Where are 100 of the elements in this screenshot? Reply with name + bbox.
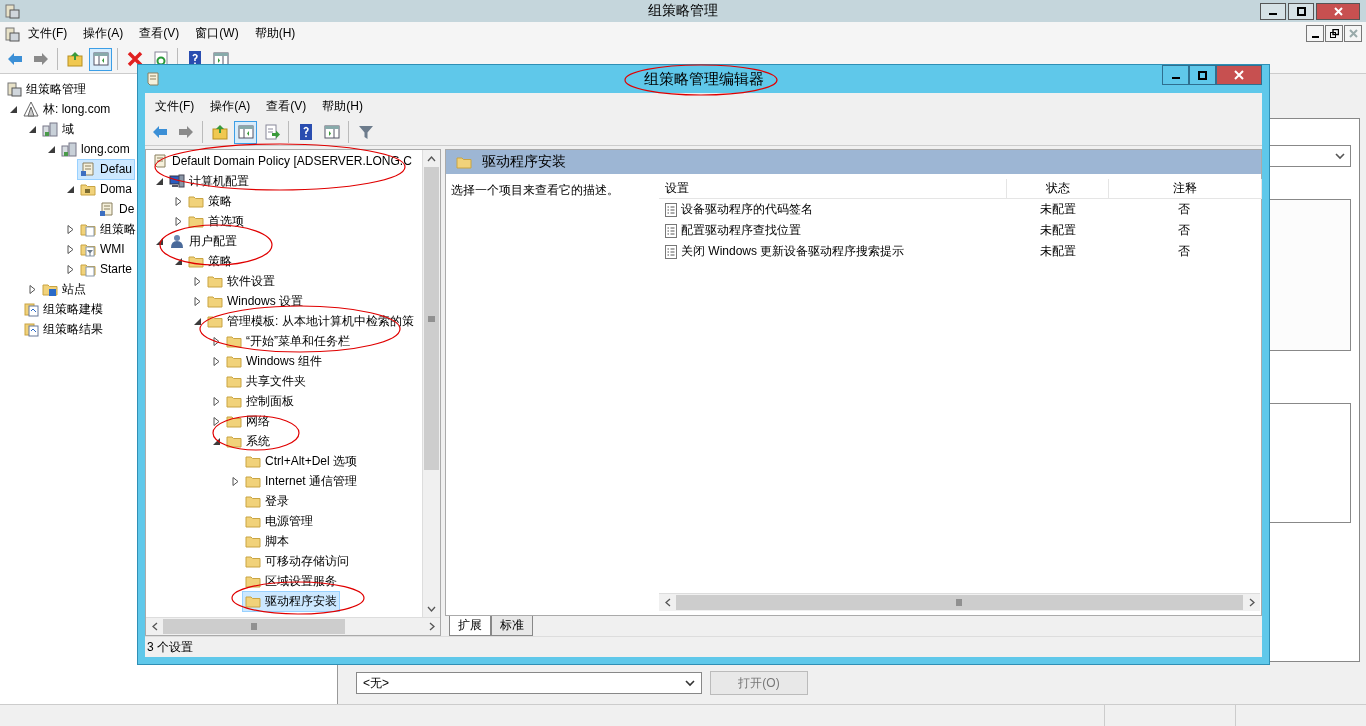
tree-item[interactable]: 驱动程序安装 (242, 590, 340, 612)
tree-item[interactable]: 网络 (223, 410, 273, 432)
tree-item[interactable]: “开始”菜单和任务栏 (223, 330, 353, 352)
tree-item[interactable]: De (96, 198, 138, 220)
scrollbar[interactable] (146, 617, 440, 635)
minimize-button[interactable] (1260, 2, 1286, 20)
folder-icon (207, 293, 223, 309)
folder-icon (226, 433, 242, 449)
tree-item[interactable]: Windows 设置 (204, 290, 306, 312)
tree-item[interactable]: 控制面板 (223, 390, 297, 412)
collapse-arrow-icon[interactable] (27, 124, 37, 134)
tab[interactable]: 扩展 (449, 616, 491, 636)
column-header[interactable]: 注释 (1109, 179, 1262, 198)
tree-item[interactable]: 共享文件夹 (223, 370, 309, 392)
tree-item[interactable]: 脚本 (242, 530, 292, 552)
menu-item[interactable]: 操作(A) (202, 97, 259, 115)
tree-item[interactable]: 组策略结果 (20, 318, 106, 340)
tree-item[interactable]: Doma (77, 178, 135, 200)
minimize-button[interactable] (1306, 25, 1324, 42)
tree-item[interactable]: 首选项 (185, 210, 247, 232)
tree-item[interactable]: 计算机配置 (166, 170, 252, 192)
close-button[interactable] (1316, 2, 1360, 20)
tree-item[interactable]: Windows 组件 (223, 350, 325, 372)
tree-item[interactable]: 策略 (185, 190, 235, 212)
menu-item[interactable]: 查看(V) (258, 97, 315, 115)
expand-arrow-icon[interactable] (65, 224, 75, 234)
collapse-arrow-icon[interactable] (154, 176, 164, 186)
folder-icon (245, 493, 261, 509)
tree-item[interactable]: 登录 (242, 490, 292, 512)
tree-item[interactable]: long.com (58, 138, 133, 160)
collapse-arrow-icon[interactable] (46, 144, 56, 154)
tree-item[interactable]: WMI (77, 238, 128, 260)
status-text: 3 个设置 (147, 638, 193, 656)
dropdown-field[interactable]: <无> (356, 672, 702, 694)
table-cell[interactable]: 配置驱动程序查找位置 (681, 222, 801, 239)
menu-item[interactable]: 帮助(H) (314, 97, 371, 115)
menu-item[interactable]: 文件(F) (20, 25, 76, 42)
tree-item[interactable]: 系统 (223, 430, 273, 452)
toolbar-button[interactable] (234, 120, 257, 144)
expand-arrow-icon[interactable] (65, 244, 75, 254)
expand-arrow-icon[interactable] (211, 416, 221, 426)
collapse-arrow-icon[interactable] (8, 104, 18, 114)
collapse-arrow-icon[interactable] (192, 316, 202, 326)
expand-arrow-icon[interactable] (230, 476, 240, 486)
minimize-button[interactable] (1162, 65, 1189, 85)
tree-item[interactable]: 用户配置 (166, 230, 240, 252)
scrollbar[interactable] (422, 150, 440, 617)
tree-item[interactable]: 软件设置 (204, 270, 278, 292)
folder-icon (245, 473, 261, 489)
table-cell[interactable]: 关闭 Windows 更新设备驱动程序搜索提示 (681, 243, 905, 260)
scroll-thumb[interactable] (163, 619, 345, 634)
console-tree-icon (91, 50, 110, 68)
tree-item[interactable]: Defau (77, 158, 136, 180)
close-button[interactable] (1216, 65, 1262, 85)
table-cell[interactable]: 设备驱动程序的代码签名 (681, 201, 813, 218)
close-button[interactable] (1344, 25, 1362, 42)
tree-item[interactable]: 组策略 (77, 218, 139, 240)
expand-arrow-icon[interactable] (211, 396, 221, 406)
expand-arrow-icon[interactable] (211, 336, 221, 346)
table-cell-text: 否 (1177, 201, 1191, 218)
expand-arrow-icon[interactable] (65, 264, 75, 274)
expand-arrow-icon[interactable] (27, 284, 37, 294)
tree-item[interactable]: 可移动存储访问 (242, 550, 352, 572)
column-header[interactable]: 设置 (659, 179, 1007, 198)
maximize-button[interactable] (1189, 65, 1216, 85)
column-header[interactable]: 状态 (1007, 179, 1109, 198)
tree-item[interactable]: 域 (39, 118, 77, 140)
collapse-arrow-icon[interactable] (211, 436, 221, 446)
menu-item[interactable]: 文件(F) (147, 97, 203, 115)
scroll-thumb[interactable] (424, 167, 439, 471)
expand-arrow-icon[interactable] (173, 196, 183, 206)
tree-item[interactable]: Internet 通信管理 (242, 470, 361, 492)
collapse-arrow-icon[interactable] (65, 184, 75, 194)
expand-arrow-icon[interactable] (173, 216, 183, 226)
menu-item[interactable]: 查看(V) (131, 25, 188, 42)
tree-item[interactable]: 组策略建模 (20, 298, 106, 320)
expand-arrow-icon[interactable] (211, 356, 221, 366)
menu-item[interactable]: 操作(A) (75, 25, 132, 42)
tree-item[interactable]: 电源管理 (242, 510, 316, 532)
tree-item[interactable]: Ctrl+Alt+Del 选项 (242, 450, 361, 472)
policy-link-icon (80, 161, 96, 177)
expand-arrow-icon[interactable] (192, 296, 202, 306)
tree-item[interactable]: 林: long.com (20, 98, 114, 120)
tree-item[interactable]: 组策略管理 (3, 78, 89, 100)
tree-item[interactable]: 站点 (39, 278, 89, 300)
domains-icon (42, 121, 58, 137)
tree-item[interactable]: Starte (77, 258, 135, 280)
tree-item[interactable]: 策略 (185, 250, 235, 272)
tab[interactable]: 标准 (491, 616, 533, 636)
collapse-arrow-icon[interactable] (173, 256, 183, 266)
menu-item[interactable]: 帮助(H) (246, 25, 304, 42)
toolbar-button[interactable] (89, 47, 112, 71)
menu-item[interactable]: 窗口(W) (187, 25, 247, 42)
folder-icon (245, 513, 261, 529)
expand-arrow-icon[interactable] (192, 276, 202, 286)
scrollbar[interactable] (659, 593, 1260, 611)
maximize-button[interactable] (1288, 2, 1314, 20)
table-cell-text: 未配置 (1038, 201, 1077, 218)
scroll-thumb[interactable] (676, 595, 1243, 610)
restore-button[interactable] (1325, 25, 1343, 42)
